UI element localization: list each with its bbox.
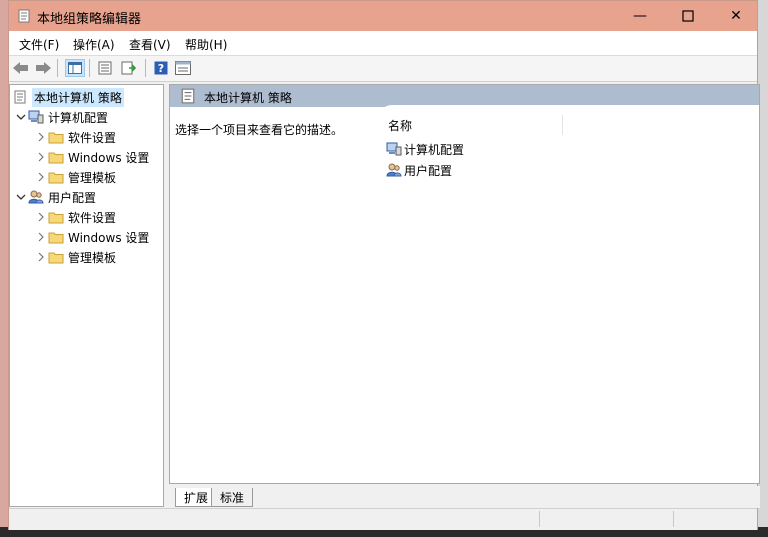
properties-icon [98, 61, 112, 75]
tree-item-label: Windows 设置 [68, 230, 150, 245]
back-arrow-icon [13, 62, 28, 74]
toolbar: ? [9, 56, 757, 82]
close-icon: ✕ [730, 8, 742, 24]
menu-action[interactable]: 操作(A) [73, 36, 115, 53]
maximize-icon [682, 10, 694, 22]
filter-view-icon [175, 61, 191, 75]
close-button[interactable]: ✕ [713, 1, 759, 31]
folder-icon [48, 209, 64, 225]
list-item-label: 用户配置 [404, 163, 453, 178]
list-item-computer-config[interactable]: 计算机配置 [386, 140, 464, 158]
tree-item-user-admin-templates[interactable]: 管理模板 [34, 247, 116, 267]
policy-scroll-icon [12, 89, 28, 105]
tree-item-label: 管理模板 [68, 250, 117, 265]
menu-bar: 文件(F) 操作(A) 查看(V) 帮助(H) [9, 31, 757, 56]
forward-arrow-icon [36, 62, 51, 74]
help-button[interactable]: ? [151, 59, 171, 77]
column-separator[interactable] [562, 115, 563, 135]
chevron-right-icon[interactable] [34, 132, 48, 142]
tree-item-label: 用户配置 [48, 190, 97, 205]
details-header-title: 本地计算机 策略 [204, 91, 292, 105]
tab-label: 标准 [220, 490, 245, 505]
folder-icon [48, 169, 64, 185]
console-tree: 本地计算机 策略 计算机配置 软件设置 Windows 设置 管理模板 用户配置 [9, 84, 164, 507]
forward-button[interactable] [33, 59, 53, 77]
tree-item-label: 计算机配置 [48, 110, 109, 125]
menu-help[interactable]: 帮助(H) [185, 36, 227, 53]
desktop-edge-left [0, 0, 8, 537]
minimize-icon: — [633, 8, 647, 24]
tree-item-computer-config[interactable]: 计算机配置 [14, 107, 108, 127]
column-header-name[interactable]: 名称 [388, 117, 412, 134]
tab-standard[interactable]: 标准 [211, 488, 254, 507]
tree-item-computer-windows-settings[interactable]: Windows 设置 [34, 147, 149, 167]
folder-icon [48, 129, 64, 145]
details-header: 本地计算机 策略 [170, 85, 759, 107]
description-text: 选择一个项目来查看它的描述。 [175, 123, 344, 137]
tree-item-computer-admin-templates[interactable]: 管理模板 [34, 167, 116, 187]
show-hide-tree-button[interactable] [65, 59, 85, 77]
tree-item-label: 本地计算机 策略 [32, 87, 124, 107]
tree-item-user-software-settings[interactable]: 软件设置 [34, 207, 116, 227]
minimize-button[interactable]: — [617, 1, 663, 31]
filter-options-button[interactable] [173, 59, 193, 77]
menu-file[interactable]: 文件(F) [19, 36, 59, 53]
status-segment [539, 511, 540, 527]
menu-view[interactable]: 查看(V) [129, 36, 171, 53]
folder-icon [48, 149, 64, 165]
properties-button[interactable] [95, 59, 115, 77]
tab-label: 扩展 [184, 490, 209, 505]
tree-item-computer-software-settings[interactable]: 软件设置 [34, 127, 116, 147]
help-icon: ? [154, 61, 168, 75]
policy-scroll-icon [181, 88, 195, 104]
chevron-down-icon[interactable] [14, 192, 28, 202]
chevron-down-icon[interactable] [14, 112, 28, 122]
list-item-label: 计算机配置 [404, 142, 465, 157]
status-segment [673, 511, 674, 527]
computer-icon [386, 142, 402, 156]
view-tabs: 扩展 标准 [169, 486, 760, 508]
tree-item-root[interactable]: 本地计算机 策略 [12, 87, 124, 107]
folder-icon [48, 249, 64, 265]
chevron-right-icon[interactable] [34, 152, 48, 162]
policy-scroll-icon [18, 9, 30, 23]
users-icon [28, 189, 44, 205]
chevron-right-icon[interactable] [34, 252, 48, 262]
chevron-right-icon[interactable] [34, 212, 48, 222]
gpedit-window: 本地组策略编辑器 — ✕ 文件(F) 操作(A) 查看(V) 帮助(H) ? 本… [8, 0, 760, 530]
export-list-button[interactable] [119, 59, 139, 77]
tree-item-label: Windows 设置 [68, 150, 150, 165]
export-list-icon [121, 61, 137, 75]
folder-icon [48, 229, 64, 245]
details-pane: 本地计算机 策略 选择一个项目来查看它的描述。 名称 计算机配置 用户配置 [169, 84, 760, 484]
status-bar [9, 508, 757, 530]
chevron-right-icon[interactable] [34, 232, 48, 242]
tree-item-user-config[interactable]: 用户配置 [14, 187, 96, 207]
maximize-button[interactable] [665, 1, 711, 31]
toolbar-separator [57, 59, 58, 77]
tree-item-user-windows-settings[interactable]: Windows 设置 [34, 227, 149, 247]
list-item-user-config[interactable]: 用户配置 [386, 161, 452, 179]
svg-text:?: ? [158, 62, 164, 75]
console-tree-icon [68, 62, 82, 74]
toolbar-separator [145, 59, 146, 77]
computer-icon [28, 109, 44, 125]
tree-item-label: 管理模板 [68, 170, 117, 185]
back-button[interactable] [11, 59, 31, 77]
tree-item-label: 软件设置 [68, 130, 117, 145]
tree-item-label: 软件设置 [68, 210, 117, 225]
window-title: 本地组策略编辑器 [37, 12, 142, 27]
chevron-right-icon[interactable] [34, 172, 48, 182]
item-list: 名称 计算机配置 用户配置 [378, 105, 759, 483]
users-icon [386, 163, 402, 177]
title-bar[interactable]: 本地组策略编辑器 — ✕ [9, 1, 757, 31]
toolbar-separator [89, 59, 90, 77]
